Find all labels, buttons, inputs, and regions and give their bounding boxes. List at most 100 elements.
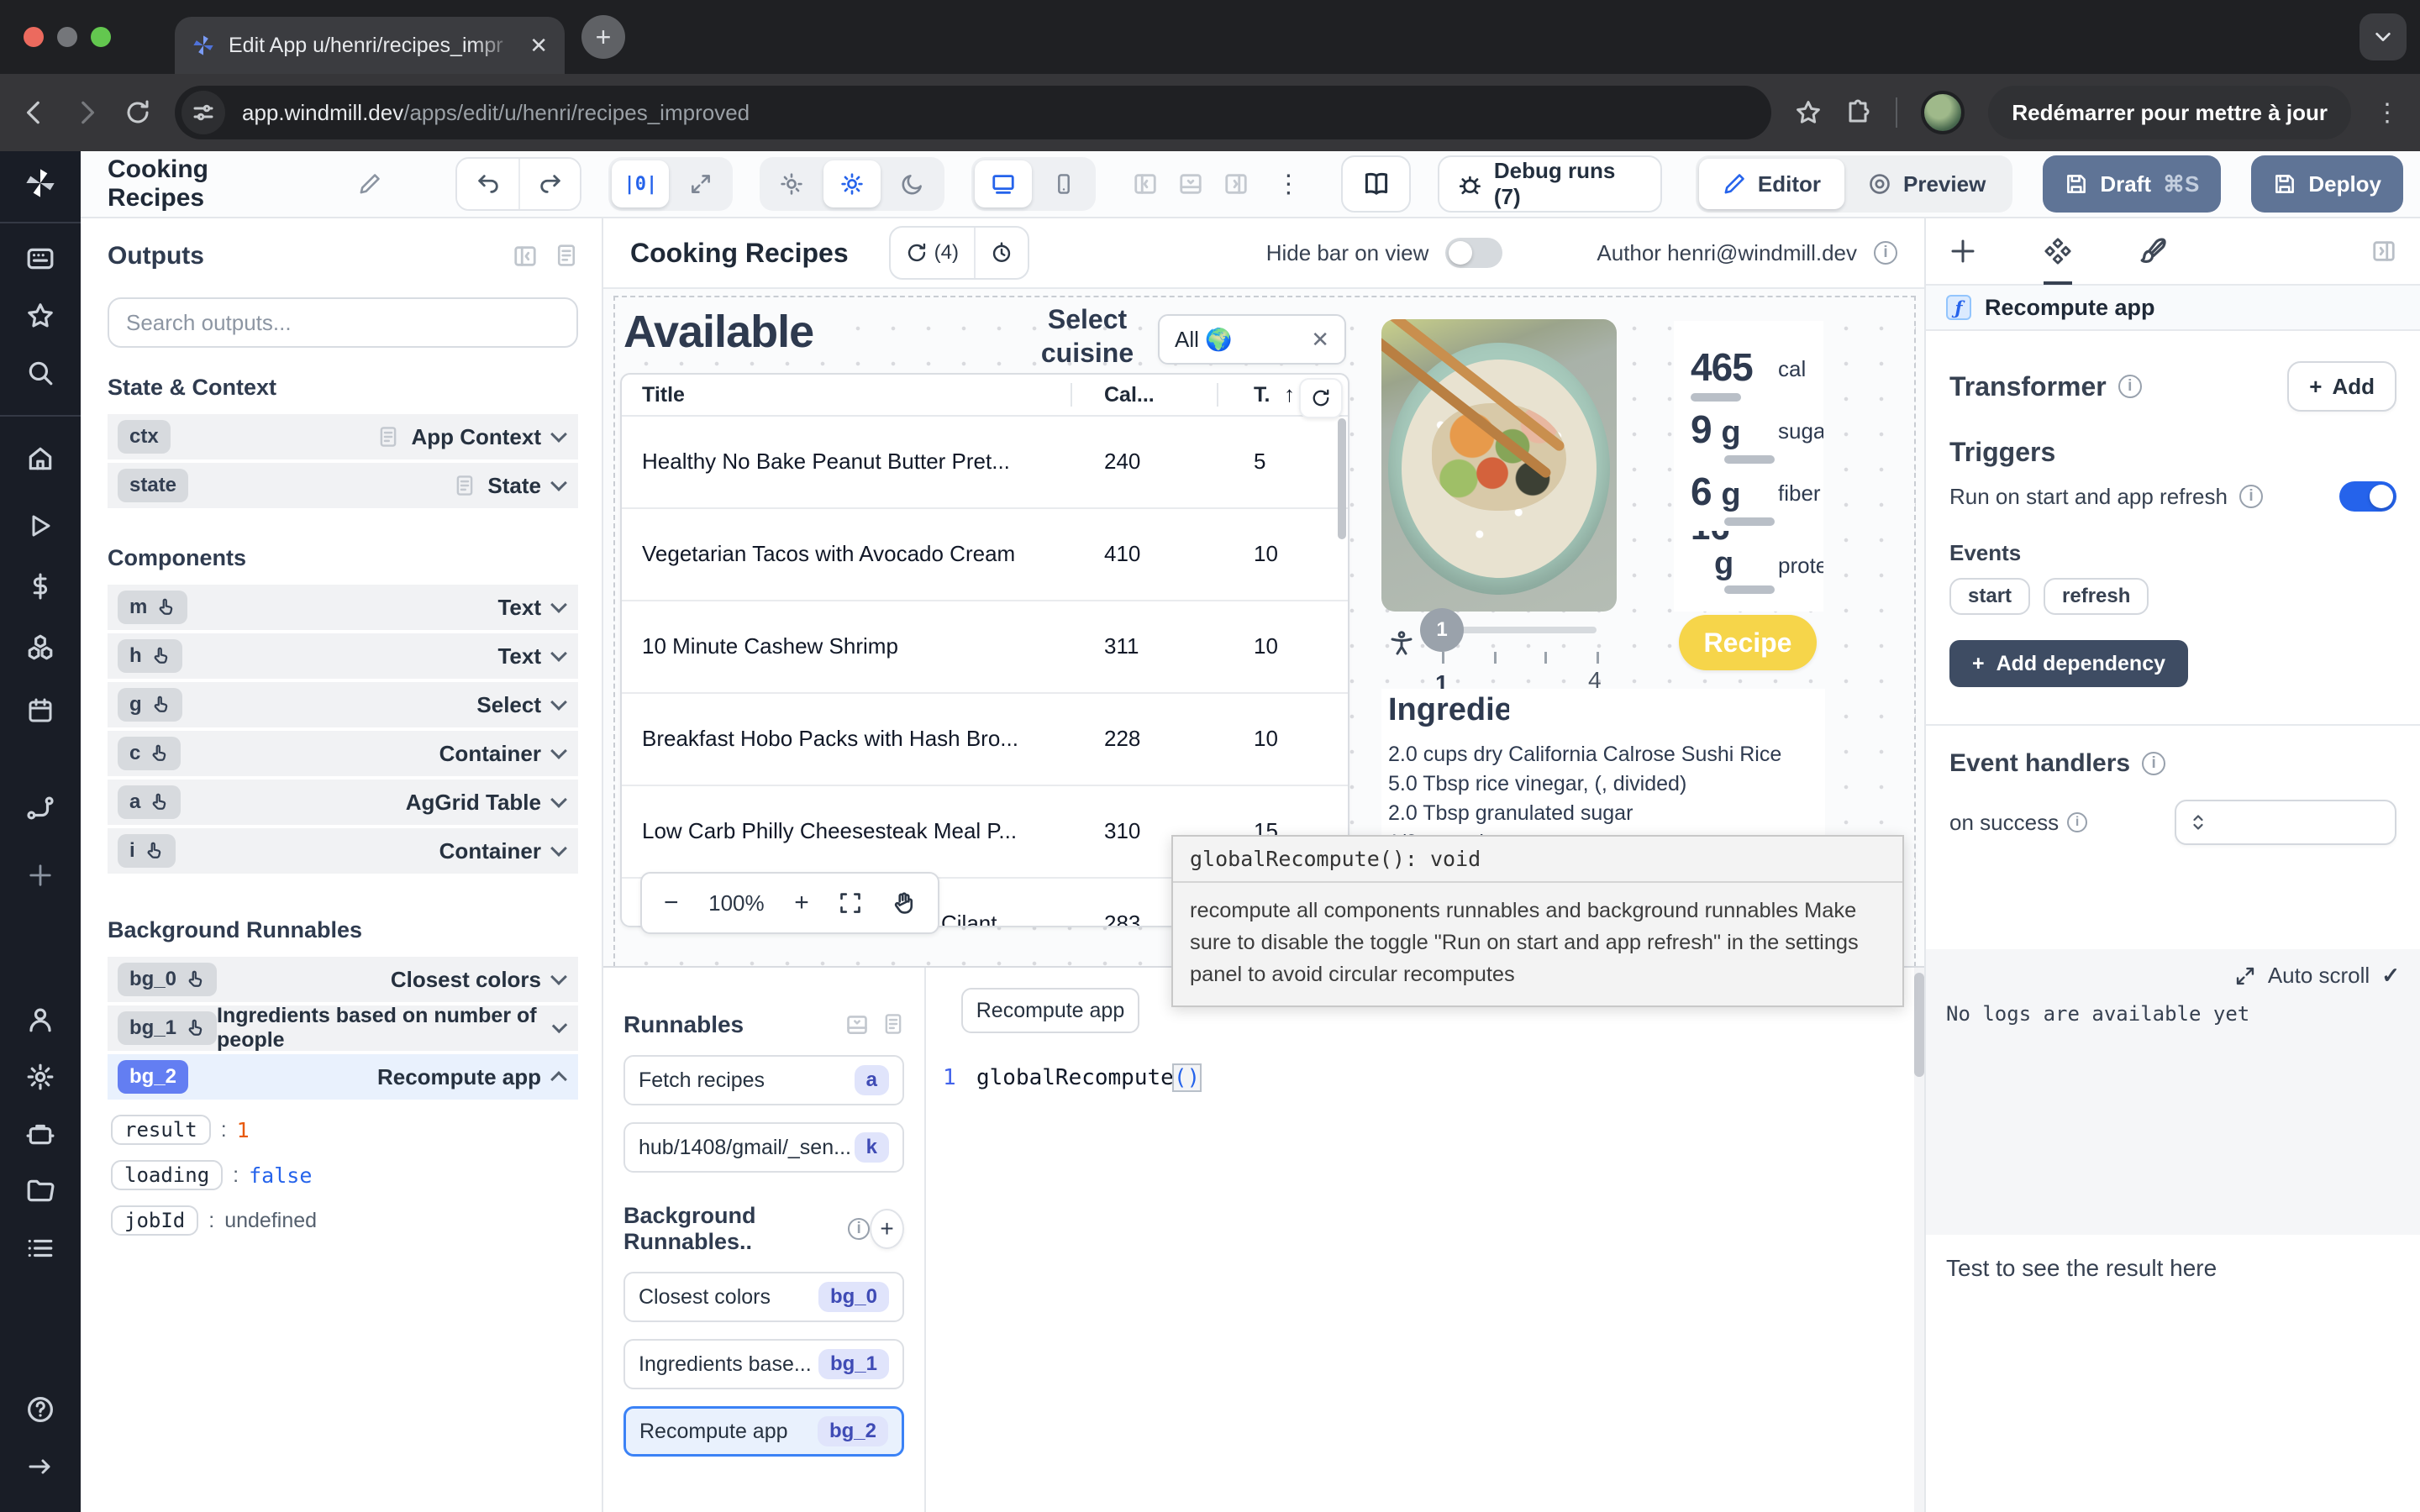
browser-menu-kebab-icon[interactable]: ⋮ <box>2375 98 2400 128</box>
bg-row-0[interactable]: bg_0 Closest colors <box>108 957 578 1002</box>
search-outputs-input[interactable] <box>108 297 578 348</box>
chevron-down-icon[interactable] <box>550 694 567 711</box>
pan-hand-icon[interactable] <box>892 891 916 915</box>
collapse-panel-icon[interactable] <box>513 244 538 269</box>
user-icon[interactable] <box>0 991 81 1048</box>
close-window-button[interactable] <box>24 27 44 47</box>
site-settings-icon[interactable] <box>182 91 225 134</box>
add-dependency-button[interactable]: + Add dependency <box>1949 640 2188 687</box>
full-width-button[interactable] <box>672 160 729 207</box>
expand-logs-icon[interactable] <box>2234 965 2256 987</box>
resources-cubes-icon[interactable] <box>0 618 81 675</box>
auto-scroll-check-icon[interactable]: ✓ <box>2381 963 2400 989</box>
maximize-window-button[interactable] <box>91 27 111 47</box>
logs-list-icon[interactable] <box>0 1220 81 1277</box>
favorites-star-icon[interactable] <box>0 287 81 344</box>
output-row-ctx[interactable]: ctx App Context <box>108 414 578 459</box>
centered-layout-button[interactable]: |0| <box>612 160 669 207</box>
toggle-right-panel-icon[interactable] <box>1223 171 1249 197</box>
runs-play-icon[interactable] <box>0 497 81 554</box>
docs-book-button[interactable] <box>1341 155 1411 213</box>
refresh-app-button[interactable]: (4) <box>891 228 974 278</box>
recipe-button[interactable]: Recipe <box>1679 615 1817 670</box>
history-button[interactable] <box>974 228 1028 278</box>
component-row-c[interactable]: c Container <box>108 731 578 776</box>
table-row[interactable]: Vegetarian Tacos with Avocado Cream 410 … <box>622 509 1348 601</box>
add-bg-runnable-button[interactable]: + <box>870 1209 904 1249</box>
zoom-in-plus-icon[interactable]: + <box>794 889 809 917</box>
forward-icon[interactable] <box>72 98 101 127</box>
extensions-puzzle-icon[interactable] <box>1845 99 1872 126</box>
on-success-select[interactable] <box>2175 800 2396 845</box>
info-icon[interactable]: i <box>2239 485 2263 508</box>
component-row-m[interactable]: m Text <box>108 585 578 630</box>
edit-title-pencil-icon[interactable] <box>358 172 381 196</box>
theme-dark-moon-icon[interactable] <box>884 160 941 207</box>
reload-icon[interactable] <box>124 99 151 126</box>
collapse-bottom-icon[interactable] <box>845 1013 869 1037</box>
browser-update-button[interactable]: Redémarrer pour mettre à jour <box>1988 86 2351 139</box>
sort-arrow-icon[interactable]: ↑ <box>1284 381 1295 407</box>
people-slider-handle[interactable]: 1 <box>1420 608 1464 652</box>
bookmark-star-icon[interactable] <box>1795 99 1822 126</box>
theme-auto-icon[interactable] <box>763 160 820 207</box>
home-icon[interactable] <box>0 430 81 487</box>
component-row-h[interactable]: h Text <box>108 633 578 679</box>
chevron-down-icon[interactable] <box>550 743 567 759</box>
address-bar[interactable]: app.windmill.dev/apps/edit/u/henri/recip… <box>175 86 1771 139</box>
desktop-view-button[interactable] <box>975 160 1032 207</box>
component-row-g[interactable]: g Select <box>108 682 578 727</box>
chevron-down-icon[interactable] <box>550 475 567 491</box>
add-plus-icon[interactable] <box>0 847 81 904</box>
tab-search-chevron-icon[interactable] <box>2360 13 2407 60</box>
output-row-state[interactable]: state State <box>108 463 578 508</box>
editor-runnable-tab[interactable]: Recompute app <box>961 988 1139 1033</box>
undo-button[interactable] <box>457 159 518 209</box>
debug-runs-button[interactable]: Debug runs (7) <box>1438 155 1662 213</box>
theme-light-sun-icon[interactable] <box>823 160 881 207</box>
info-icon[interactable]: i <box>2067 812 2087 832</box>
chevron-down-icon[interactable] <box>550 969 567 985</box>
profile-avatar[interactable] <box>1921 91 1965 134</box>
table-scrollbar[interactable] <box>1338 418 1346 539</box>
run-on-start-toggle[interactable] <box>2339 481 2396 512</box>
chevron-down-icon[interactable] <box>550 645 567 662</box>
bg-row-2-selected[interactable]: bg_2 Recompute app <box>108 1054 578 1100</box>
add-transformer-button[interactable]: + Add <box>2287 361 2396 412</box>
component-row-a[interactable]: a AgGrid Table <box>108 780 578 825</box>
code-line[interactable]: 1 globalRecompute () <box>943 1065 1200 1090</box>
windmill-logo[interactable] <box>0 151 81 215</box>
deploy-button[interactable]: Deploy <box>2251 155 2403 213</box>
fit-view-icon[interactable] <box>839 891 862 915</box>
chevron-up-icon[interactable] <box>550 1071 567 1088</box>
help-icon[interactable] <box>0 1381 81 1438</box>
info-icon[interactable]: i <box>2118 375 2142 398</box>
doc-outline-icon[interactable] <box>555 244 578 269</box>
collapse-rail-arrow-icon[interactable] <box>0 1438 81 1495</box>
runnable-fetch-recipes[interactable]: Fetch recipes a <box>623 1055 904 1105</box>
styling-brush-tab[interactable] <box>2139 218 2168 285</box>
redo-button[interactable] <box>518 159 580 209</box>
insert-component-plus-tab[interactable] <box>1949 218 1976 285</box>
chevron-down-icon[interactable] <box>550 596 567 613</box>
component-row-i[interactable]: i Container <box>108 828 578 874</box>
toggle-left-panel-icon[interactable] <box>1133 171 1158 197</box>
browser-tab[interactable]: Edit App u/henri/recipes_impr ✕ <box>175 17 565 74</box>
bg-row-1[interactable]: bg_1 Ingredients based on number of peop… <box>108 1005 578 1051</box>
doc-outline-icon[interactable] <box>882 1013 904 1037</box>
settings-gear-icon[interactable] <box>0 1048 81 1105</box>
col-calories[interactable]: Cal... <box>1104 383 1155 407</box>
table-refresh-button[interactable] <box>1299 378 1343 418</box>
variables-dollar-icon[interactable] <box>0 558 81 615</box>
col-time[interactable]: T. <box>1254 383 1270 407</box>
mobile-view-button[interactable] <box>1035 160 1092 207</box>
toggle-bottom-panel-icon[interactable] <box>1178 171 1203 197</box>
search-icon[interactable] <box>0 344 81 402</box>
editor-tab[interactable]: Editor <box>1699 159 1844 209</box>
toolbar-kebab-icon[interactable]: ⋮ <box>1262 170 1314 199</box>
col-title[interactable]: Title <box>642 383 685 407</box>
schedules-calendar-icon[interactable] <box>0 682 81 739</box>
table-row[interactable]: Healthy No Bake Peanut Butter Pret... 24… <box>622 417 1348 509</box>
draft-button[interactable]: Draft ⌘S <box>2043 155 2221 213</box>
hide-bar-toggle[interactable] <box>1445 238 1502 268</box>
